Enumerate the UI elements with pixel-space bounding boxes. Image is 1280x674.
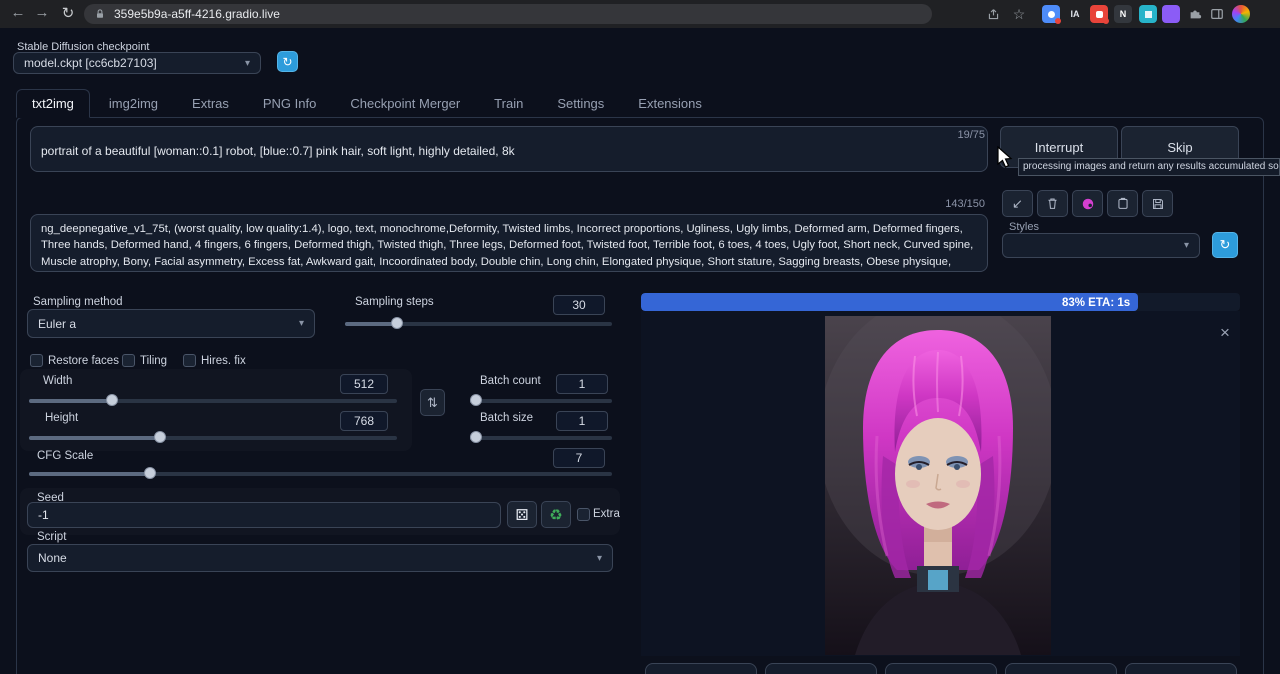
url-bar[interactable]: 359e5b9a-a5ff-4216.gradio.live bbox=[84, 4, 932, 24]
checkpoint-select[interactable]: model.ckpt [cc6cb27103] ▾ bbox=[13, 52, 261, 74]
side-panel-icon[interactable] bbox=[1208, 5, 1226, 23]
tab-extras[interactable]: Extras bbox=[177, 89, 244, 117]
forward-icon[interactable]: → bbox=[32, 4, 52, 21]
extension-icon-ia[interactable]: IA bbox=[1066, 5, 1084, 23]
notification-badge bbox=[1103, 18, 1109, 24]
extension-icon-6[interactable] bbox=[1162, 5, 1180, 23]
notification-badge bbox=[1055, 18, 1061, 24]
lock-icon bbox=[94, 8, 106, 20]
bookmark-star-icon[interactable]: ☆ bbox=[1010, 5, 1028, 23]
extension-icon-5[interactable] bbox=[1139, 5, 1157, 23]
reload-icon[interactable]: ↻ bbox=[58, 4, 78, 22]
back-icon[interactable]: ← bbox=[8, 4, 28, 21]
tab-extensions[interactable]: Extensions bbox=[623, 89, 717, 117]
url-text: 359e5b9a-a5ff-4216.gradio.live bbox=[114, 7, 280, 21]
tab-train[interactable]: Train bbox=[479, 89, 538, 117]
share-icon[interactable] bbox=[984, 5, 1002, 23]
puzzle-extensions-icon[interactable] bbox=[1186, 5, 1204, 23]
extension-icon-1[interactable] bbox=[1042, 5, 1060, 23]
tab-settings[interactable]: Settings bbox=[542, 89, 619, 117]
screen: ← → ↻ 359e5b9a-a5ff-4216.gradio.live ☆ I… bbox=[0, 0, 1280, 674]
mouse-cursor bbox=[996, 146, 1018, 170]
tab-bar: txt2img img2img Extras PNG Info Checkpoi… bbox=[16, 89, 717, 118]
tab-png-info[interactable]: PNG Info bbox=[248, 89, 331, 117]
chevron-down-icon: ▾ bbox=[245, 58, 250, 69]
checkpoint-refresh-button[interactable]: ↻ bbox=[277, 51, 298, 72]
txt2img-panel bbox=[16, 117, 1264, 674]
profile-avatar[interactable] bbox=[1232, 5, 1250, 23]
tab-txt2img[interactable]: txt2img bbox=[16, 89, 90, 118]
tab-img2img[interactable]: img2img bbox=[94, 89, 173, 117]
extension-icon-n[interactable]: N bbox=[1114, 5, 1132, 23]
interrupt-tooltip: processing images and return any results… bbox=[1018, 158, 1280, 176]
extension-icon-3[interactable] bbox=[1090, 5, 1108, 23]
tab-checkpoint-merger[interactable]: Checkpoint Merger bbox=[335, 89, 475, 117]
browser-bar: ← → ↻ 359e5b9a-a5ff-4216.gradio.live ☆ I… bbox=[0, 0, 1280, 28]
checkpoint-value: model.ckpt [cc6cb27103] bbox=[24, 56, 157, 70]
